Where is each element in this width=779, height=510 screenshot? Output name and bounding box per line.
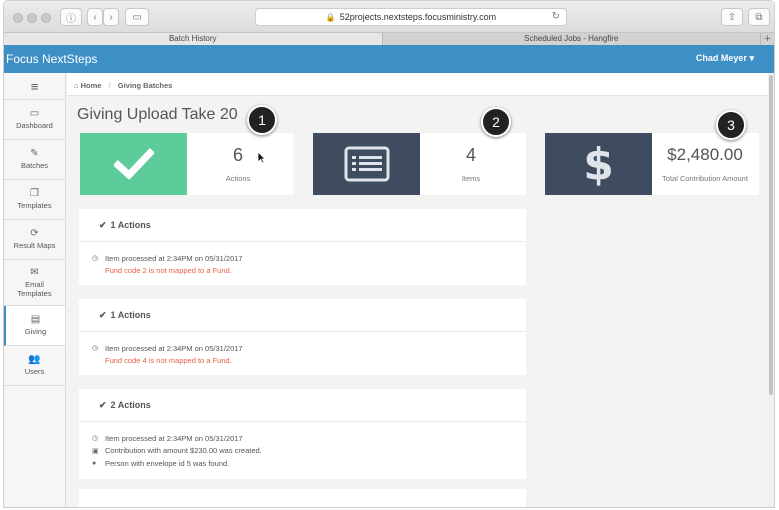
stat-value: 6 (232, 145, 243, 165)
card-header: ✔ 1 Actions (79, 299, 526, 332)
address-bar[interactable]: 🔒 52projects.nextsteps.focusministry.com… (255, 8, 567, 26)
scrollbar[interactable] (768, 73, 774, 507)
files-icon: ❐ (30, 188, 39, 199)
stat-actions: 6 Actions (80, 133, 293, 195)
sidebar-item-dashboard[interactable]: ▭ Dashboard (4, 100, 65, 140)
card-body: ◷ Item processed at 2:34PM on 05/31/2017 … (79, 332, 526, 367)
scrollbar-thumb[interactable] (769, 75, 773, 395)
clock-icon: ◷ (92, 345, 99, 353)
file-icon: ▤ (30, 314, 41, 325)
close-window-button[interactable] (13, 13, 23, 23)
back-button[interactable]: ‹ (87, 8, 103, 26)
users-icon: 👥 (28, 354, 41, 365)
card-header: ✔ 1 Actions (79, 209, 526, 242)
error-message: Fund code 2 is not mapped to a Fund. (105, 266, 232, 276)
sidebar-item-templates[interactable]: ❐ Templates (4, 180, 65, 220)
stat-items: 4 Items (313, 133, 526, 195)
tab-bar: Batch History Scheduled Jobs - Hangfire … (4, 32, 774, 45)
clock-icon: ◷ (92, 255, 99, 263)
app-header: Focus NextSteps Chad Meyer ▾ (4, 45, 774, 73)
callout-badge: 2 (481, 107, 511, 137)
callout-badge: 3 (716, 110, 746, 140)
sidebar-item-label: Dashboard (16, 121, 53, 130)
monitor-icon: ▭ (29, 108, 40, 119)
list-icon (313, 133, 420, 195)
main-content: ⌂ Home / Giving Batches Giving Upload Ta… (67, 73, 774, 507)
check-icon: ✔ (99, 400, 107, 410)
breadcrumb-home[interactable]: ⌂ Home (74, 81, 101, 90)
sidebar: ≡ ▭ Dashboard ✎ Batches ❐ Templates ⟳ Re… (4, 73, 66, 507)
browser-window: ⓘ ‹ › ▭ 🔒 52projects.nextsteps.focusmini… (3, 0, 775, 508)
list-item: ● Person with envelope id 5 was found. (92, 458, 230, 468)
stat-label: Actions (225, 174, 251, 183)
info-icon[interactable]: ⓘ (60, 8, 82, 26)
mouse-cursor-icon (257, 151, 266, 164)
chevron-down-icon: ▾ (749, 53, 754, 63)
action-card: ✔ 1 Actions ◷ Item processed at 2:34PM on … (79, 209, 526, 285)
sidebar-item-batches[interactable]: ✎ Batches (4, 140, 65, 180)
tab-scheduled-jobs[interactable]: Scheduled Jobs - Hangfire (381, 33, 761, 45)
action-card: ✔ 1 Actions ◷ Item processed at 2:34PM on … (79, 299, 526, 375)
check-icon: ✔ (99, 220, 107, 230)
tab-batch-history[interactable]: Batch History (4, 33, 382, 45)
error-message: Fund code 4 is not mapped to a Fund. (105, 356, 232, 366)
zoom-window-button[interactable] (41, 13, 51, 23)
tabs-overview-icon[interactable]: ⧉ (748, 8, 770, 26)
page-title: Giving Upload Take 20 (77, 106, 238, 123)
refresh-icon: ⟳ (30, 228, 39, 239)
card-body: ◷ Item processed at 2:34PM on 05/31/2017 … (79, 422, 526, 470)
check-icon (80, 133, 187, 195)
breadcrumb: ⌂ Home / Giving Batches (67, 73, 774, 96)
browser-toolbar: ⓘ ‹ › ▭ 🔒 52projects.nextsteps.focusmini… (4, 1, 774, 32)
sidebar-item-label: Templates (17, 201, 52, 210)
sidebar-item-label: Result Maps (13, 241, 56, 250)
money-icon: ▣ (92, 447, 99, 455)
url-text: 52projects.nextsteps.focusministry.com (339, 12, 497, 22)
card-header: ✔ 2 Actions (79, 389, 526, 422)
stat-total-contribution: $ $2,480.00 Total Contribution Amount (545, 133, 759, 195)
new-tab-button[interactable]: + (760, 33, 774, 45)
forward-button[interactable]: › (103, 8, 119, 26)
clock-icon: ◷ (92, 435, 99, 443)
action-card (79, 489, 526, 507)
home-icon: ⌂ (74, 81, 79, 90)
lock-icon: 🔒 (325, 12, 336, 22)
sidebar-item-label: Giving (24, 327, 47, 336)
stat-label: Total Contribution Amount (662, 174, 748, 183)
action-card: ✔ 2 Actions ◷ Item processed at 2:34PM on … (79, 389, 526, 479)
reload-icon[interactable]: ↻ (552, 11, 560, 22)
envelope-icon: ✉ (30, 266, 39, 278)
list-item: ◷ Item processed at 2:34PM on 05/31/2017 (92, 253, 243, 263)
list-item: ▣ Contribution with amount $230.00 was cr… (92, 446, 262, 456)
minimize-window-button[interactable] (27, 13, 37, 23)
stat-label: Items (461, 174, 481, 183)
sidebar-item-users[interactable]: 👥 Users (4, 346, 65, 386)
card-body: ◷ Item processed at 2:34PM on 05/31/2017 … (79, 242, 526, 277)
sidebar-item-email-templates[interactable]: ✉ Email Templates (4, 260, 65, 306)
breadcrumb-current: Giving Batches (117, 81, 173, 90)
sidebar-toggle-icon[interactable]: ▭ (125, 8, 149, 26)
callout-badge: 1 (247, 105, 277, 135)
hamburger-icon[interactable]: ≡ (4, 73, 65, 100)
user-menu[interactable]: Chad Meyer ▾ (696, 53, 754, 64)
sidebar-item-label: Batches (20, 161, 49, 170)
brand-logo[interactable]: Focus NextSteps (6, 52, 97, 66)
stat-value: 4 (465, 145, 476, 165)
paperclip-icon: ✎ (30, 148, 39, 159)
sidebar-item-label: Email Templates (17, 279, 52, 298)
stat-value: $2,480.00 (667, 145, 743, 164)
sidebar-item-label: Users (24, 367, 45, 376)
sidebar-item-giving[interactable]: ▤ Giving (4, 306, 65, 346)
share-icon[interactable]: ⇧ (721, 8, 743, 26)
list-item: ◷ Item processed at 2:34PM on 05/31/2017 (92, 433, 243, 443)
person-icon: ● (92, 459, 97, 467)
check-icon: ✔ (99, 310, 107, 320)
dollar-icon: $ (545, 133, 652, 195)
list-item: ◷ Item processed at 2:34PM on 05/31/2017 (92, 343, 243, 353)
sidebar-item-result-maps[interactable]: ⟳ Result Maps (4, 220, 65, 260)
